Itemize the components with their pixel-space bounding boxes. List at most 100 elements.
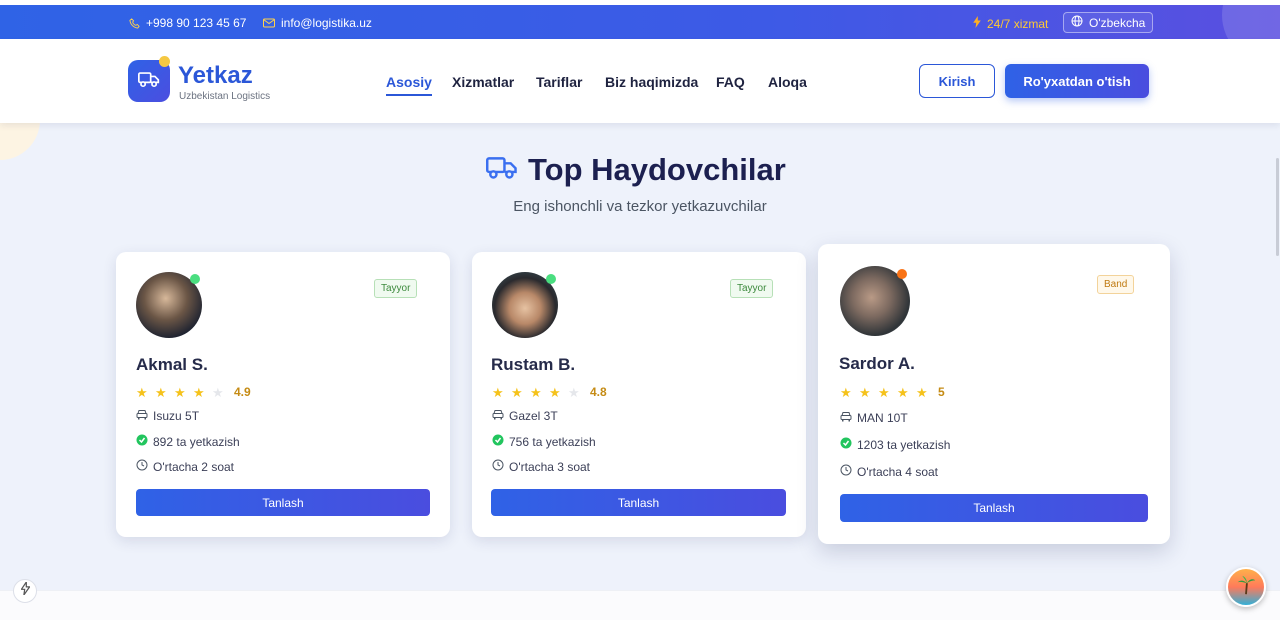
driver-name: Sardor A. bbox=[839, 354, 915, 373]
truck-icon bbox=[138, 70, 160, 93]
car-icon bbox=[136, 409, 148, 423]
section-title-text: Top Haydovchilar bbox=[528, 152, 786, 187]
nav-asosiy[interactable]: Asosiy bbox=[386, 74, 432, 96]
vehicle-label: MAN 10T bbox=[857, 411, 908, 425]
clock-icon bbox=[136, 459, 148, 474]
star-icon: ★ bbox=[878, 384, 890, 400]
language-selector[interactable]: O'zbekcha bbox=[1063, 12, 1154, 33]
star-icon: ★ bbox=[530, 384, 542, 400]
driver-name: Rustam B. bbox=[491, 355, 576, 374]
star-icon: ★ bbox=[492, 384, 504, 400]
avg-time-info: O'rtacha 3 soat bbox=[492, 459, 590, 474]
driver-rating: ★ ★ ★ ★ ★ 5 bbox=[840, 385, 945, 399]
nav-tariflar[interactable]: Tariflar bbox=[536, 74, 582, 90]
deliveries-info: 892 ta yetkazish bbox=[136, 434, 240, 449]
login-button[interactable]: Kirish bbox=[919, 64, 995, 98]
beach-widget-button[interactable] bbox=[1226, 567, 1266, 607]
star-icon: ★ bbox=[916, 384, 928, 400]
star-icon: ★ bbox=[511, 384, 523, 400]
star-icon: ★ bbox=[193, 384, 205, 400]
star-icon: ★ bbox=[136, 384, 148, 400]
nav-aloqa[interactable]: Aloqa bbox=[768, 74, 807, 90]
deliveries-label: 756 ta yetkazish bbox=[509, 434, 596, 449]
status-badge: Tayyor bbox=[730, 279, 774, 298]
brand-name[interactable]: Yetkaz bbox=[178, 62, 253, 90]
next-section-edge bbox=[0, 590, 1280, 620]
mail-icon bbox=[263, 18, 275, 28]
driver-card-highlighted: Band Sardor A. ★ ★ ★ ★ ★ 5 MAN 10T 1203 … bbox=[818, 244, 1170, 544]
vehicle-label: Isuzu 5T bbox=[153, 409, 200, 423]
online-status-dot bbox=[546, 274, 556, 284]
service-hours: 24/7 xizmat bbox=[973, 16, 1048, 31]
online-status-dot bbox=[190, 274, 200, 284]
phone-number: +998 90 123 45 67 bbox=[146, 16, 247, 30]
driver-card: Tayyor Rustam B. ★ ★ ★ ★ ★ 4.8 Gazel 3T … bbox=[472, 252, 806, 537]
choose-driver-button[interactable]: Tanlash bbox=[136, 489, 430, 516]
vehicle-info: Gazel 3T bbox=[492, 409, 558, 423]
nav-faq[interactable]: FAQ bbox=[716, 74, 745, 90]
star-icon: ★ bbox=[212, 384, 224, 400]
section-title: Top Haydovchilar bbox=[486, 152, 786, 188]
logo-accent-dot bbox=[159, 56, 170, 67]
vehicle-info: MAN 10T bbox=[840, 411, 908, 425]
main-header: Yetkaz Uzbekistan Logistics Asosiy Xizma… bbox=[0, 39, 1280, 123]
email-contact[interactable]: info@logistika.uz bbox=[263, 16, 372, 30]
email-address: info@logistika.uz bbox=[281, 16, 372, 30]
star-icon: ★ bbox=[568, 384, 580, 400]
check-circle-icon bbox=[492, 434, 504, 449]
car-icon bbox=[840, 411, 852, 425]
lightning-icon bbox=[19, 579, 31, 600]
star-icon: ★ bbox=[840, 384, 852, 400]
driver-name: Akmal S. bbox=[136, 355, 208, 374]
brand-tagline: Uzbekistan Logistics bbox=[179, 91, 271, 102]
driver-rating: ★ ★ ★ ★ ★ 4.9 bbox=[136, 385, 251, 399]
choose-driver-button[interactable]: Tanlash bbox=[491, 489, 786, 516]
nav-biz-haqimizda[interactable]: Biz haqimizda bbox=[605, 74, 698, 90]
phone-contact[interactable]: +998 90 123 45 67 bbox=[129, 16, 246, 30]
car-icon bbox=[492, 409, 504, 423]
star-icon: ★ bbox=[859, 384, 871, 400]
section-subtitle: Eng ishonchli va tezkor yetkazuvchilar bbox=[513, 198, 767, 215]
nav-xizmatlar[interactable]: Xizmatlar bbox=[452, 74, 514, 90]
service-label: 24/7 xizmat bbox=[987, 16, 1049, 31]
rating-value: 4.8 bbox=[590, 385, 607, 399]
language-label: O'zbekcha bbox=[1089, 15, 1146, 30]
globe-icon bbox=[1071, 15, 1083, 30]
deliveries-info: 756 ta yetkazish bbox=[492, 434, 596, 449]
vehicle-info: Isuzu 5T bbox=[136, 409, 199, 423]
lightning-icon bbox=[973, 16, 981, 31]
register-button[interactable]: Ro'yxatdan o'tish bbox=[1005, 64, 1149, 98]
avg-time-label: O'rtacha 3 soat bbox=[509, 459, 590, 474]
top-info-bar: +998 90 123 45 67 info@logistika.uz 24/7… bbox=[0, 5, 1280, 39]
star-icon: ★ bbox=[549, 384, 561, 400]
vehicle-label: Gazel 3T bbox=[509, 409, 558, 423]
truck-icon bbox=[486, 152, 518, 188]
avg-time-info: O'rtacha 2 soat bbox=[136, 459, 234, 474]
driver-card: Tayyor Akmal S. ★ ★ ★ ★ ★ 4.9 Isuzu 5T 8… bbox=[116, 252, 450, 537]
status-badge: Tayyor bbox=[374, 279, 418, 298]
avg-time-label: O'rtacha 2 soat bbox=[153, 459, 234, 474]
choose-driver-button[interactable]: Tanlash bbox=[840, 494, 1148, 522]
avg-time-label: O'rtacha 4 soat bbox=[857, 464, 938, 479]
check-circle-icon bbox=[136, 434, 148, 449]
avg-time-info: O'rtacha 4 soat bbox=[840, 464, 938, 479]
star-icon: ★ bbox=[155, 384, 167, 400]
rating-value: 5 bbox=[938, 385, 945, 399]
status-badge: Band bbox=[1097, 275, 1135, 294]
palm-tree-icon bbox=[1235, 574, 1257, 601]
quick-action-button[interactable] bbox=[13, 579, 37, 603]
driver-rating: ★ ★ ★ ★ ★ 4.8 bbox=[492, 385, 607, 399]
rating-value: 4.9 bbox=[234, 385, 251, 399]
check-circle-icon bbox=[840, 437, 852, 452]
phone-icon bbox=[129, 17, 140, 29]
page-scrollbar[interactable] bbox=[1276, 158, 1279, 256]
star-icon: ★ bbox=[897, 384, 909, 400]
deliveries-label: 892 ta yetkazish bbox=[153, 434, 240, 449]
star-icon: ★ bbox=[174, 384, 186, 400]
clock-icon bbox=[840, 464, 852, 479]
busy-status-dot bbox=[897, 269, 907, 279]
deliveries-info: 1203 ta yetkazish bbox=[840, 437, 950, 452]
decorative-circle bbox=[1222, 5, 1280, 39]
clock-icon bbox=[492, 459, 504, 474]
deliveries-label: 1203 ta yetkazish bbox=[857, 437, 951, 452]
